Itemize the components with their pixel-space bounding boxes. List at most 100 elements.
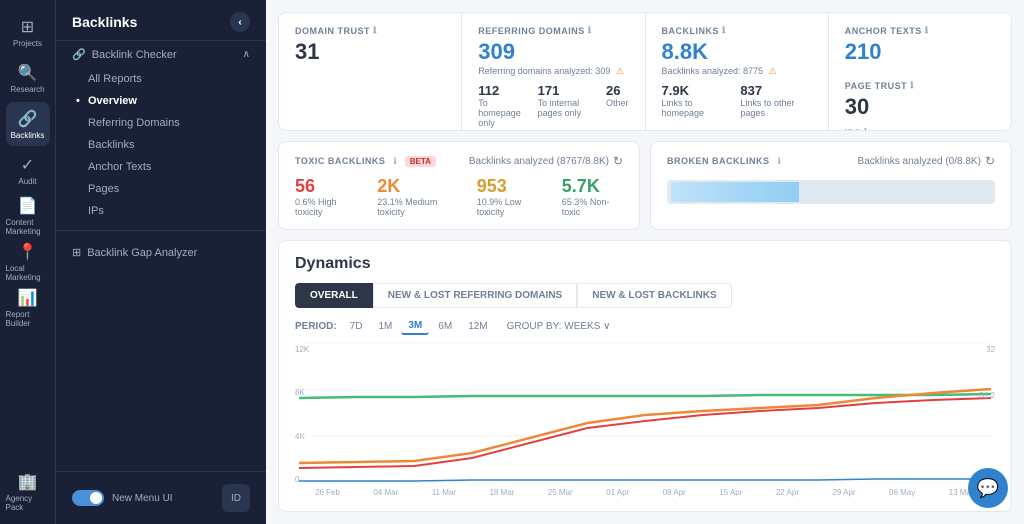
referring-domains-label: REFERRING DOMAINS ℹ: [478, 25, 628, 36]
chart-area: [299, 343, 991, 486]
projects-icon: ⊞: [21, 17, 34, 37]
new-menu-toggle[interactable]: [72, 490, 104, 506]
sidebar-anchor-texts[interactable]: Anchor Texts: [56, 156, 266, 178]
backlinks-label: BACKLINKS ℹ: [662, 25, 812, 36]
period-3m[interactable]: 3M: [401, 318, 429, 335]
period-6m[interactable]: 6M: [431, 319, 459, 334]
domain-trust-card: DOMAIN TRUST ℹ 31: [279, 13, 462, 130]
chart-wrapper: 12K 8K 4K 0: [295, 343, 995, 486]
ips-section: IPS ℹ 247: [845, 127, 995, 131]
left-nav-local[interactable]: 📍Local Marketing: [6, 240, 50, 284]
sidebar-backlink-gap[interactable]: ⊞ Backlink Gap Analyzer: [56, 239, 266, 266]
sidebar-pages[interactable]: Pages: [56, 178, 266, 200]
toxic-high: 56 0.6% High toxicity: [295, 176, 361, 217]
domain-trust-label: DOMAIN TRUST ℹ: [295, 25, 445, 36]
broken-bar: [667, 180, 995, 204]
left-nav-projects[interactable]: ⊞Projects: [6, 10, 50, 54]
sidebar-backlink-checker[interactable]: 🔗 Backlink Checker ∧: [56, 41, 266, 68]
period-row: PERIOD: 7D 1M 3M 6M 12M GROUP BY: WEEKS …: [295, 318, 995, 335]
link-icon: 🔗: [72, 48, 86, 61]
sidebar: Backlinks ‹ 🔗 Backlink Checker ∧ All Rep…: [56, 0, 266, 524]
left-nav-content[interactable]: 📄Content Marketing: [6, 194, 50, 238]
anchor-texts-value: 210: [845, 40, 995, 64]
broken-analyzed: Backlinks analyzed (0/8.8K) ↻: [858, 154, 995, 168]
referring-domains-sub: Referring domains analyzed: 309 ⚠: [478, 66, 628, 77]
backlinks-warning: ⚠: [769, 66, 777, 76]
beta-badge: BETA: [405, 156, 436, 167]
referring-domains-warning: ⚠: [616, 66, 624, 76]
toxic-low: 953 10.9% Low toxicity: [477, 176, 546, 217]
local-icon: 📍: [18, 242, 38, 262]
tab-new-lost-backlinks[interactable]: NEW & LOST BACKLINKS: [577, 283, 731, 308]
user-id-button[interactable]: ID: [222, 484, 250, 512]
chat-button[interactable]: 💬: [968, 468, 1008, 508]
sidebar-ips[interactable]: IPs: [56, 200, 266, 222]
ips-info[interactable]: ℹ: [864, 127, 868, 131]
research-icon: 🔍: [18, 63, 38, 83]
broken-refresh-icon[interactable]: ↻: [985, 154, 995, 168]
toxic-values: 56 0.6% High toxicity 2K 23.1% Medium to…: [295, 176, 623, 217]
backlinks-card: BACKLINKS ℹ 8.8K Backlinks analyzed: 877…: [646, 13, 829, 130]
sidebar-overview[interactable]: Overview: [56, 90, 266, 112]
dynamics-chart: [299, 343, 991, 483]
anchor-ips-card: ANCHOR TEXTS ℹ 210 PAGE TRUST ℹ 30 IPS: [829, 13, 1011, 130]
sidebar-bottom: New Menu UI ID: [56, 471, 266, 524]
rd-other: 26 Other: [606, 83, 629, 128]
anchor-texts-section: ANCHOR TEXTS ℹ 210: [845, 25, 995, 64]
page-trust-info[interactable]: ℹ: [910, 80, 914, 91]
left-nav-backlinks[interactable]: 🔗Backlinks: [6, 102, 50, 146]
page-trust-label: PAGE TRUST ℹ: [845, 80, 995, 91]
sidebar-title: Backlinks: [72, 14, 137, 30]
referring-domains-breakdown: 112 To homepage only 171 To internal pag…: [478, 83, 628, 128]
toxic-title: TOXIC BACKLINKS: [295, 156, 385, 166]
anchor-texts-label: ANCHOR TEXTS ℹ: [845, 25, 995, 36]
dynamics-card: Dynamics OVERALL NEW & LOST REFERRING DO…: [278, 240, 1012, 512]
tab-overall[interactable]: OVERALL: [295, 283, 373, 308]
bl-homepage: 7.9K Links to homepage: [662, 83, 729, 118]
toxic-analyzed: Backlinks analyzed (8767/8.8K) ↻: [469, 154, 623, 168]
report-icon: 📊: [18, 288, 38, 308]
toxic-info[interactable]: ℹ: [393, 156, 396, 167]
sidebar-referring-domains[interactable]: Referring Domains: [56, 112, 266, 134]
left-navigation: ⊞Projects🔍Research🔗Backlinks✓Audit📄Conte…: [0, 0, 56, 524]
chart-y-labels-right: 32 31.2 29.6: [979, 343, 995, 486]
refresh-icon[interactable]: ↻: [613, 154, 623, 168]
sidebar-collapse-btn[interactable]: ‹: [230, 12, 250, 32]
bl-other: 837 Links to other pages: [740, 83, 811, 118]
main-content: DOMAIN TRUST ℹ 31 REFERRING DOMAINS ℹ 30…: [266, 0, 1024, 524]
dynamics-title: Dynamics: [295, 255, 995, 273]
backlinks-breakdown: 7.9K Links to homepage 837 Links to othe…: [662, 83, 812, 118]
secondary-stats-row: TOXIC BACKLINKS ℹ BETA Backlinks analyze…: [278, 141, 1012, 230]
broken-info[interactable]: ℹ: [778, 156, 781, 167]
content-icon: 📄: [18, 196, 38, 216]
referring-domains-info[interactable]: ℹ: [588, 25, 592, 36]
page-trust-section: PAGE TRUST ℹ 30: [845, 80, 995, 119]
domain-trust-value: 31: [295, 40, 445, 64]
period-1m[interactable]: 1M: [371, 319, 399, 334]
toggle-label: New Menu UI: [112, 493, 173, 504]
gap-icon: ⊞: [72, 246, 81, 259]
sidebar-header: Backlinks ‹: [56, 0, 266, 41]
tab-new-lost-referring[interactable]: NEW & LOST REFERRING DOMAINS: [373, 283, 577, 308]
left-nav-audit[interactable]: ✓Audit: [6, 148, 50, 192]
dynamics-tabs: OVERALL NEW & LOST REFERRING DOMAINS NEW…: [295, 283, 995, 308]
stats-row-top: DOMAIN TRUST ℹ 31 REFERRING DOMAINS ℹ 30…: [278, 12, 1012, 131]
referring-domains-card: REFERRING DOMAINS ℹ 309 Referring domain…: [462, 13, 645, 130]
backlinks-sub: Backlinks analyzed: 8775 ⚠: [662, 66, 812, 77]
period-12m[interactable]: 12M: [461, 319, 494, 334]
left-nav-report[interactable]: 📊Report Builder: [6, 286, 50, 330]
group-by-selector[interactable]: GROUP BY: WEEKS ∨: [507, 321, 611, 332]
toxic-medium: 2K 23.1% Medium toxicity: [377, 176, 460, 217]
rd-homepage: 112 To homepage only: [478, 83, 525, 128]
anchor-texts-info[interactable]: ℹ: [925, 25, 929, 36]
page-trust-value: 30: [845, 95, 995, 119]
broken-header: BROKEN BACKLINKS ℹ Backlinks analyzed (0…: [667, 154, 995, 168]
domain-trust-info[interactable]: ℹ: [373, 25, 377, 36]
sidebar-backlinks[interactable]: Backlinks: [56, 134, 266, 156]
sidebar-all-reports[interactable]: All Reports: [56, 68, 266, 90]
period-7d[interactable]: 7D: [343, 319, 370, 334]
backlinks-info[interactable]: ℹ: [722, 25, 726, 36]
left-nav-research[interactable]: 🔍Research: [6, 56, 50, 100]
audit-icon: ✓: [21, 155, 34, 175]
left-nav-agency[interactable]: 🏢Agency Pack: [6, 470, 50, 514]
